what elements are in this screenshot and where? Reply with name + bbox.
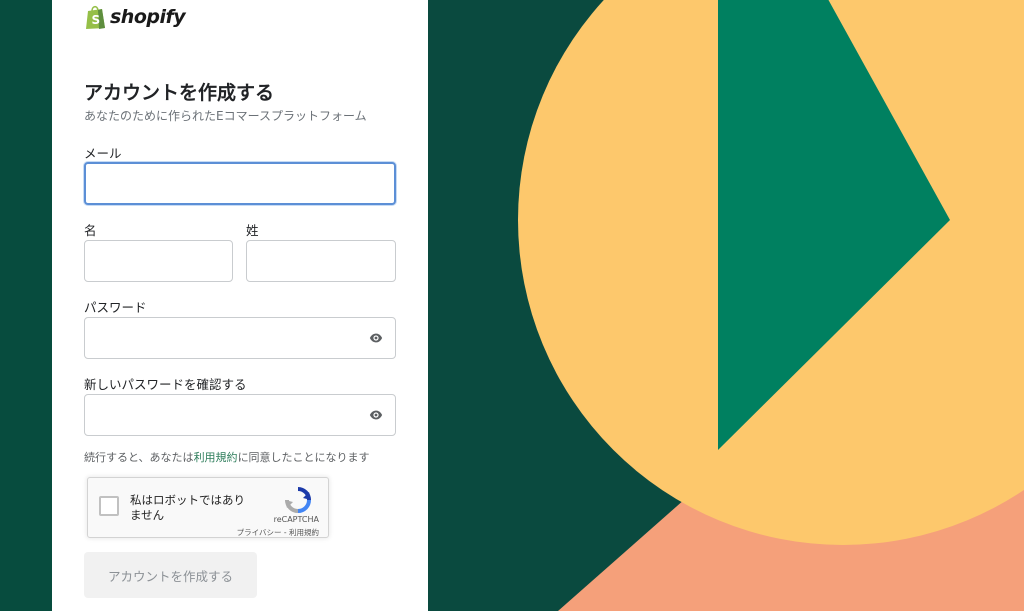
recaptcha-widget: 私はロボットではありません reCAPTCHA プライバシー - 利用規約	[87, 477, 329, 538]
signup-panel: S shopify アカウントを作成する あなたのために作られたEコマースプラッ…	[52, 0, 428, 611]
terms-link[interactable]: 利用規約	[194, 451, 238, 464]
recaptcha-icon	[285, 487, 311, 513]
confirm-password-label: 新しいパスワードを確認する	[84, 377, 247, 392]
terms-notice: 続行すると、あなたは利用規約に同意したことになります	[84, 449, 370, 465]
page-title: アカウントを作成する	[84, 82, 275, 104]
page-subtitle: あなたのために作られたEコマースプラットフォーム	[84, 109, 367, 123]
brand-name: shopify	[110, 6, 186, 28]
email-field[interactable]	[84, 162, 396, 205]
recaptcha-separator: -	[281, 528, 289, 537]
recaptcha-brand: reCAPTCHA	[273, 515, 319, 524]
eye-icon[interactable]	[369, 408, 383, 422]
first-name-field[interactable]	[84, 240, 233, 282]
terms-suffix: に同意したことになります	[237, 451, 370, 464]
terms-prefix: 続行すると、あなたは	[84, 451, 194, 464]
shopify-bag-icon: S	[86, 5, 105, 29]
recaptcha-links: プライバシー - 利用規約	[237, 527, 319, 538]
recaptcha-terms-link[interactable]: 利用規約	[289, 528, 319, 537]
recaptcha-privacy-link[interactable]: プライバシー	[237, 528, 282, 537]
shopify-logo[interactable]: S shopify	[84, 4, 186, 30]
last-name-label: 姓	[246, 223, 259, 238]
password-label: パスワード	[84, 300, 147, 315]
svg-text:S: S	[92, 13, 101, 27]
eye-icon[interactable]	[369, 331, 383, 345]
first-name-label: 名	[84, 223, 97, 238]
recaptcha-checkbox[interactable]	[99, 496, 119, 516]
geometric-shapes	[518, 0, 1024, 611]
email-label: メール	[84, 146, 122, 161]
create-account-button[interactable]: アカウントを作成する	[84, 552, 257, 598]
confirm-password-field[interactable]	[84, 394, 396, 436]
last-name-field[interactable]	[246, 240, 396, 282]
password-field[interactable]	[84, 317, 396, 359]
recaptcha-label: 私はロボットではありません	[130, 493, 245, 522]
decorative-artwork	[428, 0, 1024, 611]
